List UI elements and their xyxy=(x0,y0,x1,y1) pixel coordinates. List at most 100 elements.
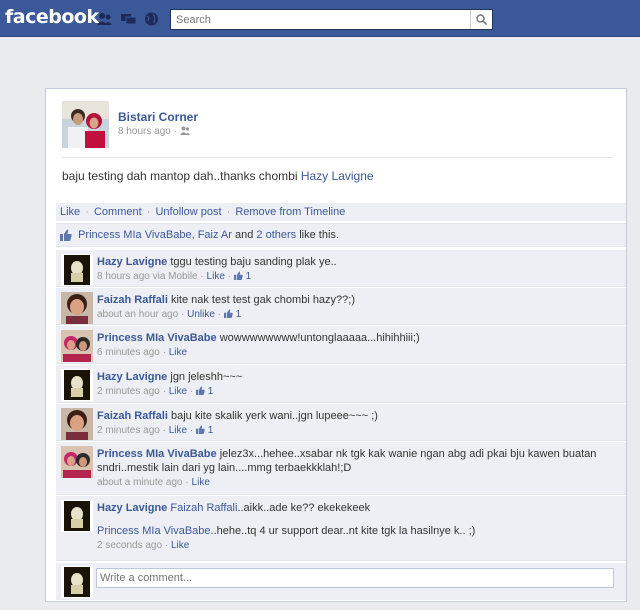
comment-row: Princess MIa VivaBabe jelez3x...hehee..x… xyxy=(56,442,626,495)
friend-requests-icon[interactable] xyxy=(97,12,112,26)
notifications-globe-icon[interactable] xyxy=(144,12,159,26)
comment-time[interactable]: 6 minutes ago xyxy=(97,347,160,358)
comment-row: Hazy Lavigne tggu testing baju sanding p… xyxy=(56,250,626,287)
commenter-avatar[interactable] xyxy=(61,446,93,478)
commenter-avatar[interactable] xyxy=(61,292,93,324)
comment-body: Faizah Raffali kite nak test test gak ch… xyxy=(97,293,612,322)
viewer-avatar xyxy=(61,566,93,598)
friends-audience-icon[interactable] xyxy=(179,126,190,135)
comment-meta: 8 hours ago via Mobile · Like · 1 xyxy=(97,270,612,284)
write-comment-row xyxy=(56,563,626,600)
author-avatar[interactable] xyxy=(62,101,109,148)
comment-time[interactable]: 2 minutes ago xyxy=(97,425,160,436)
action-separator: · xyxy=(226,206,231,218)
comment-time[interactable]: 8 hours ago via Mobile xyxy=(97,271,198,282)
like-post-button[interactable]: Like xyxy=(60,206,80,218)
comment-like-count[interactable]: 1 xyxy=(233,271,252,282)
likes-others-link[interactable]: 2 others xyxy=(256,229,296,241)
comment-meta: 2 seconds ago · Like xyxy=(97,539,612,553)
search-input[interactable] xyxy=(171,10,466,29)
post-time[interactable]: 8 hours ago xyxy=(118,126,171,137)
comment-row: Faizah Raffali kite nak test test gak ch… xyxy=(56,288,626,325)
comment-body: Princess MIa VivaBabe wowwwwwwww!untongl… xyxy=(97,331,612,360)
facebook-logo[interactable]: facebook xyxy=(5,6,99,28)
comment-author[interactable]: Princess MIa VivaBabe xyxy=(97,332,217,344)
comment-author[interactable]: Hazy Lavigne xyxy=(97,256,167,268)
comment-body: Faizah Raffali baju kite skalik yerk wan… xyxy=(97,409,612,438)
comment-text: kite nak test test gak chombi hazy??;) xyxy=(170,294,356,306)
comment-like-count[interactable]: 1 xyxy=(196,386,213,397)
comment-mention[interactable]: Faizah Raffali xyxy=(170,502,237,514)
comment-like-icon xyxy=(233,271,243,280)
tagged-user-link[interactable]: Hazy Lavigne xyxy=(301,169,374,183)
likes-and: and xyxy=(235,229,254,241)
comment-like-button[interactable]: Unlike xyxy=(187,309,215,320)
comment-text: ..hehe..tq 4 ur support dear..nt kite tg… xyxy=(210,525,476,537)
action-separator: · xyxy=(146,206,151,218)
comment-text: wowwwwwwww!untonglaaaaa...hihihhiii;) xyxy=(219,332,420,344)
comment-author[interactable]: Faizah Raffali xyxy=(97,410,168,422)
comment-meta: 6 minutes ago · Like xyxy=(97,346,612,360)
comment-like-button[interactable]: Like xyxy=(171,540,189,551)
comment-row: Hazy Lavigne jgn jeleshh~~~ 2 minutes ago… xyxy=(56,365,626,403)
comment-time[interactable]: 2 minutes ago xyxy=(97,386,160,397)
comment-like-icon xyxy=(196,425,205,434)
meta-separator: · xyxy=(189,386,194,397)
comment-like-number: 1 xyxy=(207,386,214,397)
comment-body: Hazy Lavigne Faizah Raffali..aikk..ade k… xyxy=(97,501,612,553)
likes-summary: Princess MIa VivaBabe, Faiz Ar and 2 oth… xyxy=(56,223,626,247)
comment-author[interactable]: Hazy Lavigne xyxy=(97,502,167,514)
comment-time[interactable]: 2 seconds ago xyxy=(97,540,162,551)
post-text: baju testing dah mantop dah..thanks chom… xyxy=(62,169,298,183)
comment-author[interactable]: Hazy Lavigne xyxy=(97,371,167,383)
comment-row: Hazy Lavigne Faizah Raffali..aikk..ade k… xyxy=(56,496,626,561)
comment-text: ..aikk..ade ke?? ekekekeek xyxy=(237,502,371,514)
write-comment-input[interactable] xyxy=(96,568,614,588)
post-meta: 8 hours ago · xyxy=(118,126,190,137)
comment-author[interactable]: Princess MIa VivaBabe xyxy=(97,448,217,460)
comment-body: Princess MIa VivaBabe jelez3x...hehee..x… xyxy=(97,447,612,490)
likers-names-link[interactable]: Princess MIa VivaBabe, Faiz Ar xyxy=(78,229,232,241)
comment-like-count[interactable]: 1 xyxy=(223,309,242,320)
meta-separator: · xyxy=(162,425,166,436)
search-button[interactable] xyxy=(470,10,492,29)
meta-separator: · xyxy=(162,347,166,358)
author-name[interactable]: Bistari Corner xyxy=(118,110,198,124)
comment-meta: 2 minutes ago · Like · 1 xyxy=(97,385,612,399)
comment-like-button[interactable]: Like xyxy=(169,386,187,397)
comment-button[interactable]: Comment xyxy=(94,206,142,218)
comment-like-button[interactable]: Like xyxy=(169,347,187,358)
action-separator: · xyxy=(85,206,89,218)
comment-like-button[interactable]: Like xyxy=(207,271,225,282)
meta-separator: · xyxy=(217,309,222,320)
commenter-avatar[interactable] xyxy=(61,500,93,532)
comment-like-icon xyxy=(196,386,205,395)
meta-separator: · xyxy=(173,126,177,137)
comment-like-count[interactable]: 1 xyxy=(196,425,213,436)
comment-like-number: 1 xyxy=(245,271,252,282)
top-bar: facebook xyxy=(0,0,640,37)
comment-like-number: 1 xyxy=(207,425,214,436)
commenter-avatar[interactable] xyxy=(61,408,93,440)
remove-from-timeline-button[interactable]: Remove from Timeline xyxy=(235,206,345,218)
comment-time[interactable]: about an hour ago xyxy=(97,309,178,320)
messages-icon[interactable] xyxy=(121,12,136,26)
comment-author[interactable]: Faizah Raffali xyxy=(97,294,168,306)
comment-like-button[interactable]: Like xyxy=(192,477,210,488)
comment-body: Hazy Lavigne tggu testing baju sanding p… xyxy=(97,255,612,284)
comment-row: Faizah Raffali baju kite skalik yerk wan… xyxy=(56,404,626,441)
search-field[interactable] xyxy=(170,9,493,30)
meta-separator: · xyxy=(162,386,166,397)
commenter-avatar[interactable] xyxy=(61,369,93,401)
search-icon xyxy=(476,14,487,25)
commenter-avatar[interactable] xyxy=(61,254,93,286)
meta-separator: · xyxy=(185,477,189,488)
comment-like-button[interactable]: Like xyxy=(169,425,187,436)
comment-mention[interactable]: Princess MIa VivaBabe xyxy=(97,525,211,537)
unfollow-post-button[interactable]: Unfollow post xyxy=(155,206,221,218)
commenter-avatar[interactable] xyxy=(61,330,93,362)
meta-separator: · xyxy=(189,425,194,436)
comment-time[interactable]: about a minute ago xyxy=(97,477,183,488)
post-actions-bar: Like · Comment · Unfollow post · Remove … xyxy=(56,203,626,221)
comment-like-number: 1 xyxy=(235,309,242,320)
